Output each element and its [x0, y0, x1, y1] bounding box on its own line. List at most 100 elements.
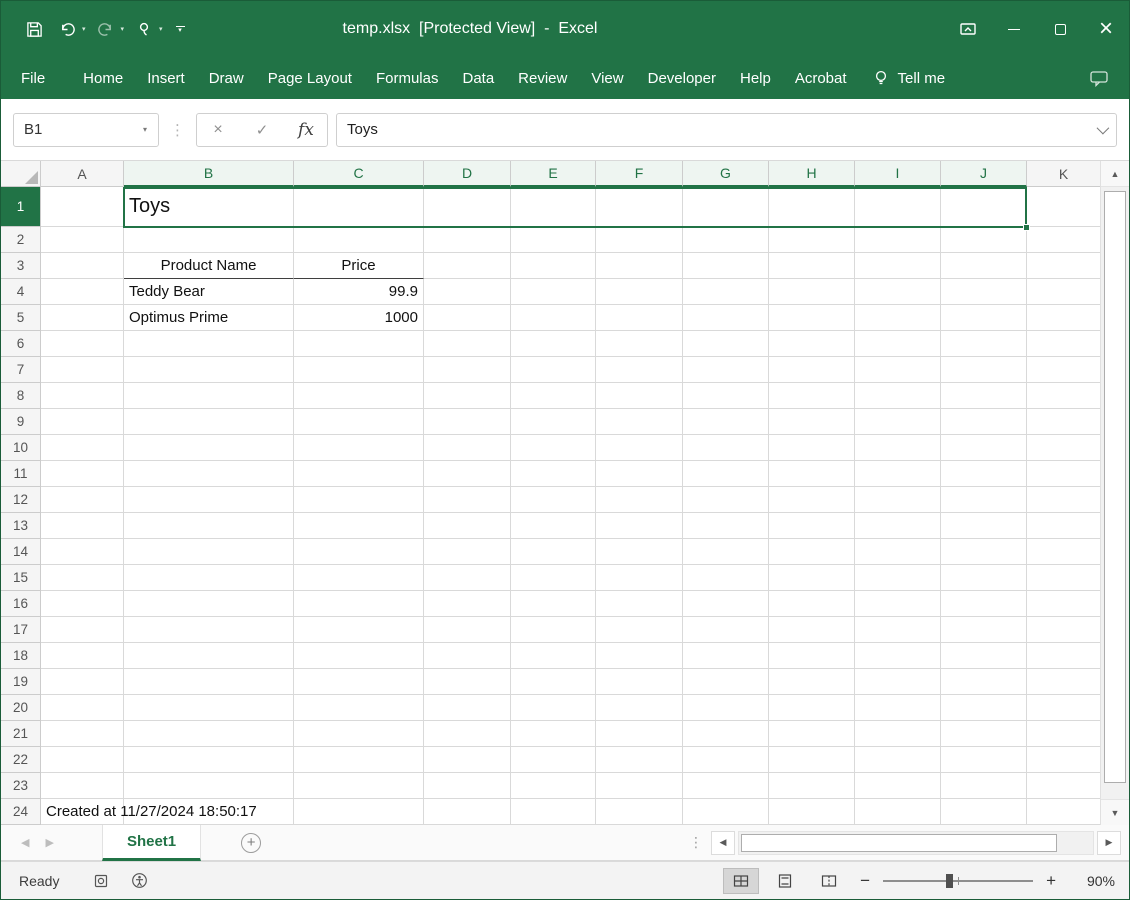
page-layout-view-button[interactable]: [767, 868, 803, 894]
cell-F23[interactable]: [596, 773, 683, 799]
cell-F14[interactable]: [596, 539, 683, 565]
cell-I13[interactable]: [855, 513, 941, 539]
cell-H5[interactable]: [769, 305, 855, 331]
cell-D6[interactable]: [424, 331, 511, 357]
cell-A19[interactable]: [41, 669, 124, 695]
cell-B2[interactable]: [124, 227, 294, 253]
cell-H15[interactable]: [769, 565, 855, 591]
cell-G9[interactable]: [683, 409, 769, 435]
cell-F9[interactable]: [596, 409, 683, 435]
cell-E19[interactable]: [511, 669, 596, 695]
cell-I20[interactable]: [855, 695, 941, 721]
cell-B19[interactable]: [124, 669, 294, 695]
cell-H21[interactable]: [769, 721, 855, 747]
row-header-5[interactable]: 5: [1, 305, 41, 331]
cell-H12[interactable]: [769, 487, 855, 513]
cell-C20[interactable]: [294, 695, 424, 721]
cell-H2[interactable]: [769, 227, 855, 253]
cell-H18[interactable]: [769, 643, 855, 669]
cell-B22[interactable]: [124, 747, 294, 773]
row-header-16[interactable]: 16: [1, 591, 41, 617]
cell-K5[interactable]: [1027, 305, 1101, 331]
row-header-15[interactable]: 15: [1, 565, 41, 591]
cell-B17[interactable]: [124, 617, 294, 643]
scroll-up-button[interactable]: ▲: [1101, 161, 1129, 187]
save-button[interactable]: [21, 16, 47, 42]
cell-E24[interactable]: [511, 799, 596, 825]
ribbon-tab-draw[interactable]: Draw: [209, 70, 244, 87]
cell-E11[interactable]: [511, 461, 596, 487]
cell-E4[interactable]: [511, 279, 596, 305]
cell-C22[interactable]: [294, 747, 424, 773]
cell-K9[interactable]: [1027, 409, 1101, 435]
cell-D12[interactable]: [424, 487, 511, 513]
cell-F1[interactable]: [596, 187, 683, 227]
row-header-7[interactable]: 7: [1, 357, 41, 383]
cell-E22[interactable]: [511, 747, 596, 773]
cell-A16[interactable]: [41, 591, 124, 617]
cell-J1[interactable]: [941, 187, 1027, 227]
cell-D1[interactable]: [424, 187, 511, 227]
cell-E3[interactable]: [511, 253, 596, 279]
touch-mode-button[interactable]: [131, 16, 157, 42]
cell-H7[interactable]: [769, 357, 855, 383]
cell-H19[interactable]: [769, 669, 855, 695]
cell-D7[interactable]: [424, 357, 511, 383]
column-header-E[interactable]: E: [511, 161, 596, 187]
cell-C21[interactable]: [294, 721, 424, 747]
cell-D14[interactable]: [424, 539, 511, 565]
cell-C16[interactable]: [294, 591, 424, 617]
cell-F10[interactable]: [596, 435, 683, 461]
cell-G16[interactable]: [683, 591, 769, 617]
column-header-B[interactable]: B: [124, 161, 294, 187]
cell-H14[interactable]: [769, 539, 855, 565]
cell-C4[interactable]: 99.9: [294, 279, 424, 305]
ribbon-display-options-button[interactable]: [945, 1, 991, 57]
cell-E7[interactable]: [511, 357, 596, 383]
cell-H1[interactable]: [769, 187, 855, 227]
cell-F12[interactable]: [596, 487, 683, 513]
customize-quick-access-toolbar-button[interactable]: ▾: [175, 25, 185, 34]
zoom-level[interactable]: 90%: [1069, 873, 1115, 889]
cell-D2[interactable]: [424, 227, 511, 253]
cell-K23[interactable]: [1027, 773, 1101, 799]
cell-F2[interactable]: [596, 227, 683, 253]
cell-C7[interactable]: [294, 357, 424, 383]
zoom-out-button[interactable]: −: [855, 871, 875, 891]
cell-I21[interactable]: [855, 721, 941, 747]
cell-A24[interactable]: Created at 11/27/2024 18:50:17: [41, 799, 257, 825]
formula-bar-expand-button[interactable]: [1086, 121, 1116, 135]
cell-C10[interactable]: [294, 435, 424, 461]
scroll-down-button[interactable]: ▼: [1101, 799, 1129, 825]
cell-I14[interactable]: [855, 539, 941, 565]
cancel-button[interactable]: ×: [207, 121, 229, 139]
column-header-C[interactable]: C: [294, 161, 424, 187]
cell-J11[interactable]: [941, 461, 1027, 487]
row-header-2[interactable]: 2: [1, 227, 41, 253]
cell-E5[interactable]: [511, 305, 596, 331]
cell-J18[interactable]: [941, 643, 1027, 669]
cell-J2[interactable]: [941, 227, 1027, 253]
cell-D22[interactable]: [424, 747, 511, 773]
cell-J9[interactable]: [941, 409, 1027, 435]
cell-H24[interactable]: [769, 799, 855, 825]
cell-C24[interactable]: [294, 799, 424, 825]
cell-B18[interactable]: [124, 643, 294, 669]
cell-K17[interactable]: [1027, 617, 1101, 643]
cell-C15[interactable]: [294, 565, 424, 591]
cell-H11[interactable]: [769, 461, 855, 487]
row-header-6[interactable]: 6: [1, 331, 41, 357]
cell-K4[interactable]: [1027, 279, 1101, 305]
cell-K18[interactable]: [1027, 643, 1101, 669]
formula-bar-handle[interactable]: ⋮: [167, 121, 188, 139]
cell-H4[interactable]: [769, 279, 855, 305]
tab-scroll-splitter[interactable]: ⋮: [681, 834, 711, 851]
cell-D9[interactable]: [424, 409, 511, 435]
cell-H9[interactable]: [769, 409, 855, 435]
cell-G11[interactable]: [683, 461, 769, 487]
cell-H8[interactable]: [769, 383, 855, 409]
cell-J23[interactable]: [941, 773, 1027, 799]
cell-D23[interactable]: [424, 773, 511, 799]
hscroll-left-button[interactable]: ◀: [711, 830, 735, 855]
cell-A8[interactable]: [41, 383, 124, 409]
